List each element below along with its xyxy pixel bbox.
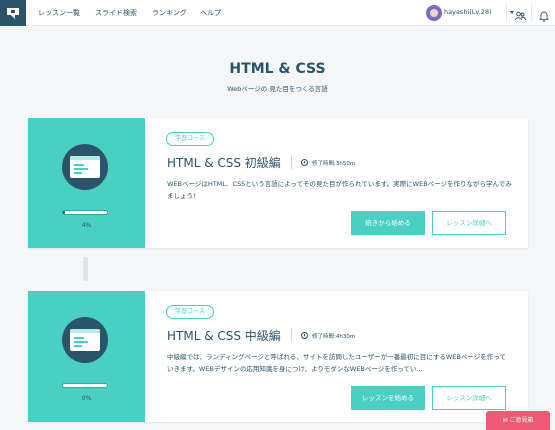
nav-help[interactable]: ヘルプ <box>200 8 221 18</box>
page-title: HTML & CSS <box>229 61 326 77</box>
user-name[interactable]: hayashi(Lv.28) <box>444 8 492 16</box>
lesson-details-button[interactable]: レッスン詳細へ <box>432 211 506 235</box>
header-divider <box>531 4 532 22</box>
progress-percent: 0% <box>81 395 92 402</box>
course-title[interactable]: HTML & CSS 初級編 <box>167 154 281 171</box>
course-title[interactable]: HTML & CSS 中級編 <box>167 327 281 344</box>
users-icon[interactable] <box>515 7 526 26</box>
nav-ranking[interactable]: ランキング <box>152 8 187 18</box>
progress-bar <box>62 383 108 388</box>
feedback-button[interactable]: ✉ ご意見箱 <box>486 411 550 430</box>
course-type-badge: 学習コース <box>166 305 214 319</box>
progress-bar <box>62 210 108 215</box>
progress-fill <box>63 211 65 214</box>
nav-lesson-list[interactable]: レッスン一覧 <box>38 8 80 18</box>
course-illustration-panel: 0% <box>28 291 145 422</box>
course-card: 4% 学習コース HTML & CSS 初級編 修了時間:3h50m WEBペー… <box>28 118 528 248</box>
nav-slide-search[interactable]: スライド検索 <box>95 8 137 18</box>
chevron-down-icon[interactable] <box>510 11 514 14</box>
continue-course-button[interactable]: 続きから始める <box>351 211 425 235</box>
course-illustration-panel: 4% <box>28 118 145 248</box>
course-type-badge: 学習コース <box>166 132 214 146</box>
top-nav-bar: レッスン一覧 スライド検索 ランキング ヘルプ hayashi(Lv.28) <box>0 0 555 26</box>
course-card: 0% 学習コース HTML & CSS 中級編 修了時間:4h30m 中級編では… <box>28 291 528 422</box>
clock-icon <box>301 332 308 339</box>
avatar[interactable] <box>426 5 442 21</box>
lesson-details-button[interactable]: レッスン詳細へ <box>432 386 506 410</box>
course-description: WEBページはHTML、CSSという言語によってその見た目が作られています。実際… <box>167 180 512 200</box>
browser-window-icon <box>62 317 108 363</box>
header-divider <box>506 4 507 22</box>
progate-logo[interactable] <box>0 0 26 26</box>
course-duration: 修了時間:4h30m <box>312 334 356 340</box>
title-divider <box>291 155 292 169</box>
page-subtitle: Webページの 見た目をつくる言語 <box>227 85 328 93</box>
course-duration: 修了時間:3h50m <box>312 161 356 167</box>
clock-icon <box>301 159 308 166</box>
course-connector <box>83 257 88 281</box>
bell-icon[interactable] <box>539 7 549 26</box>
course-description: 中級編では、ランディングページと呼ばれる、サイトを訪問したユーザーが一番最初に目… <box>167 353 506 373</box>
title-divider <box>291 328 292 342</box>
progress-percent: 4% <box>81 222 92 229</box>
browser-window-icon <box>62 144 108 190</box>
start-course-button[interactable]: レッスンを始める <box>351 386 425 410</box>
